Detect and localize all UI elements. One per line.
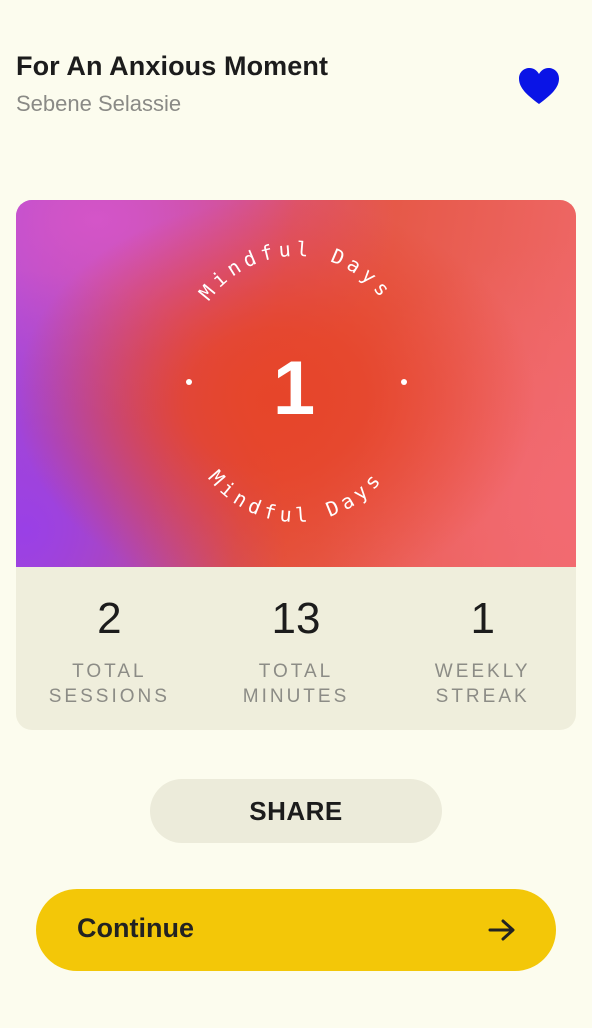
ring-text-bottom: Mindful Days — [204, 465, 389, 527]
mindful-days-card: Mindful Days Mindful Days 1 2 TOTAL SESS… — [16, 200, 576, 730]
arrow-right-icon — [488, 918, 516, 942]
stat-label-line2: SESSIONS — [48, 686, 170, 707]
stat-label-line1: TOTAL — [72, 661, 147, 682]
session-author: Sebene Selassie — [16, 91, 182, 116]
stat-total-sessions: 2 TOTAL SESSIONS — [16, 567, 203, 730]
stat-value: 2 — [97, 594, 122, 643]
stat-label: WEEKLY STREAK — [389, 659, 576, 709]
stat-label: TOTAL MINUTES — [203, 659, 390, 709]
stat-label: TOTAL SESSIONS — [16, 659, 203, 709]
stat-label-line2: STREAK — [435, 686, 530, 707]
ring-text-top: Mindful Days — [194, 237, 398, 305]
stat-label-line2: MINUTES — [242, 686, 350, 707]
mindful-days-count: 1 — [273, 346, 315, 431]
stats-panel: 2 TOTAL SESSIONS 13 TOTAL MINUTES 1 WEEK… — [16, 567, 576, 730]
stat-weekly-streak: 1 WEEKLY STREAK — [389, 567, 576, 730]
continue-label: Continue — [77, 913, 194, 943]
stat-label-line1: WEEKLY — [434, 661, 531, 682]
heart-icon[interactable] — [517, 66, 561, 106]
stat-value: 13 — [271, 594, 321, 643]
mindful-days-badge: Mindful Days Mindful Days 1 — [186, 237, 407, 527]
ring-dot-right — [401, 379, 407, 385]
continue-button[interactable]: Continue — [36, 889, 556, 971]
stat-value: 1 — [470, 594, 495, 643]
session-header: For An Anxious Moment Sebene Selassie — [16, 48, 576, 118]
stat-label-line1: TOTAL — [258, 661, 334, 682]
stat-total-minutes: 13 TOTAL MINUTES — [203, 567, 390, 730]
session-title: For An Anxious Moment — [16, 51, 329, 81]
ring-dot-left — [186, 379, 192, 385]
share-button[interactable]: SHARE — [150, 779, 442, 843]
